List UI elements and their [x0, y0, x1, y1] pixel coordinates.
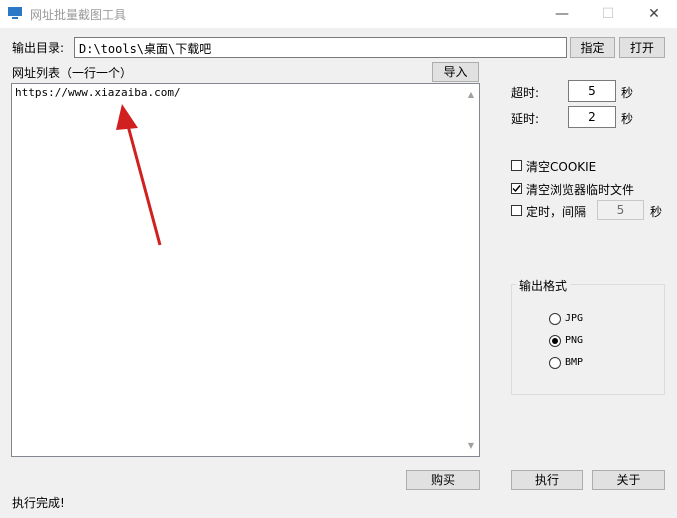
- format-bmp-radio[interactable]: [549, 357, 561, 369]
- timer-checkbox[interactable]: [511, 205, 522, 216]
- timeout-unit: 秒: [621, 86, 634, 100]
- delay-input[interactable]: 2: [568, 106, 616, 128]
- output-dir-label: 输出目录:: [12, 41, 65, 55]
- maximize-button[interactable]: ☐: [585, 0, 631, 28]
- vertical-scrollbar[interactable]: ▲ ▼: [464, 84, 479, 456]
- buy-button[interactable]: 购买: [406, 470, 480, 490]
- close-button[interactable]: ✕: [631, 0, 677, 28]
- format-bmp-label: BMP: [565, 357, 584, 368]
- about-button[interactable]: 关于: [592, 470, 665, 490]
- clear-temp-label: 清空浏览器临时文件: [526, 183, 635, 197]
- format-jpg-radio[interactable]: [549, 313, 561, 325]
- format-png-radio[interactable]: [549, 335, 561, 347]
- run-button[interactable]: 执行: [511, 470, 583, 490]
- timeout-label: 超时:: [511, 86, 540, 100]
- output-format-title: 输出格式: [516, 277, 571, 294]
- timer-label: 定时，间隔: [526, 205, 587, 219]
- app-icon: [8, 7, 22, 19]
- url-list-textarea[interactable]: https://www.xiazaiba.com/ ▲ ▼: [11, 83, 480, 457]
- assign-dir-button[interactable]: 指定: [570, 37, 615, 58]
- timer-unit: 秒: [650, 205, 663, 219]
- url-list-content: https://www.xiazaiba.com/: [15, 86, 181, 99]
- minimize-button[interactable]: —: [539, 0, 585, 28]
- window-title: 网址批量截图工具: [30, 8, 127, 22]
- radio-dot-icon: [552, 338, 558, 344]
- import-button[interactable]: 导入: [432, 62, 479, 82]
- delay-label: 延时:: [511, 112, 540, 126]
- clear-cookie-label: 清空COOKIE: [526, 160, 597, 174]
- red-arrow-annotation: [116, 104, 162, 246]
- timer-interval-input[interactable]: 5: [597, 200, 644, 220]
- timeout-input[interactable]: 5: [568, 80, 616, 102]
- format-jpg-label: JPG: [565, 313, 584, 324]
- status-text: 执行完成!: [12, 496, 65, 510]
- clear-temp-checkbox[interactable]: [511, 183, 522, 194]
- scroll-up-icon[interactable]: ▲: [464, 90, 478, 99]
- format-png-label: PNG: [565, 335, 584, 346]
- clear-cookie-checkbox[interactable]: [511, 160, 522, 171]
- scroll-down-icon[interactable]: ▼: [464, 441, 478, 450]
- delay-unit: 秒: [621, 112, 634, 126]
- open-dir-button[interactable]: 打开: [619, 37, 665, 58]
- output-dir-field[interactable]: D:\tools\桌面\下载吧: [74, 37, 567, 58]
- url-list-label: 网址列表（一行一个）: [12, 66, 133, 80]
- output-format-group: [511, 284, 665, 395]
- checkmark-icon: [512, 185, 521, 193]
